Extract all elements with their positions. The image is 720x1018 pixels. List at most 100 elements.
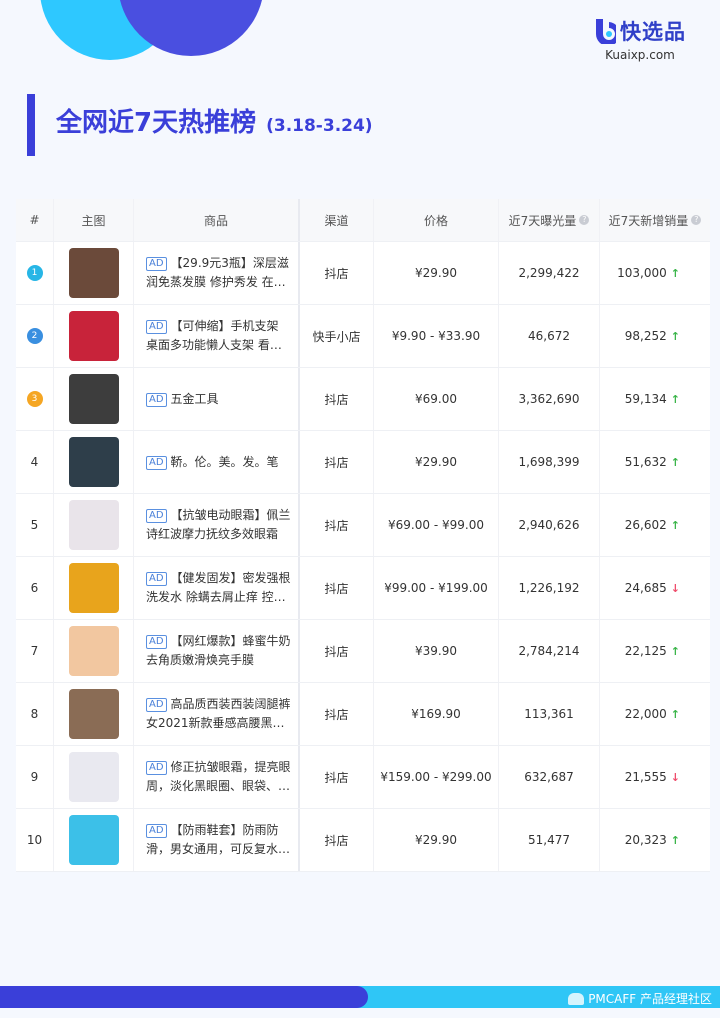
trend-up-icon: ↑ <box>670 833 680 847</box>
product-name[interactable]: AD 五金工具 <box>146 390 219 409</box>
header-rank: # <box>16 199 54 241</box>
price-cell: ¥159.00 - ¥299.00 <box>374 746 499 808</box>
ad-tag: AD <box>146 509 167 523</box>
sales-value: 22,000 <box>624 707 667 721</box>
ad-tag: AD <box>146 455 167 470</box>
product-title: 【网红爆款】蜂蜜牛奶去角质嫩滑焕亮手膜 <box>146 634 291 667</box>
trend-up-icon: ↑ <box>670 518 680 532</box>
image-cell <box>54 305 134 367</box>
image-cell <box>54 809 134 871</box>
rank-cell: 2 <box>16 305 54 367</box>
product-thumbnail[interactable] <box>68 689 119 739</box>
product-cell: AD高品质西装西装阔腿裤女2021新款垂感高腰黑色… <box>134 683 300 745</box>
trend-up-icon: ↑ <box>670 707 680 721</box>
table-row[interactable]: 1AD【29.9元3瓶】深层滋润免蒸发膜 修护秀发 在家…抖店¥29.902,2… <box>16 242 710 305</box>
channel-cell: 抖店 <box>300 746 374 808</box>
product-name[interactable]: AD 【网红爆款】蜂蜜牛奶去角质嫩滑焕亮手膜 <box>146 632 292 670</box>
header-sales[interactable]: 近7天新增销量? <box>600 199 710 241</box>
ad-tag: AD <box>146 257 167 271</box>
product-name[interactable]: AD【健发固发】密发强根洗发水 除螨去屑止痒 控油… <box>146 569 292 607</box>
product-name[interactable]: AD【可伸缩】手机支架 桌面多功能懒人支架 看电视… <box>146 317 292 355</box>
title-main: 全网近7天热推榜 <box>56 108 257 138</box>
product-name[interactable]: AD 鞒。伦。美。发。笔 <box>146 453 279 472</box>
ad-tag: AD <box>146 320 167 334</box>
table-row[interactable]: 7 AD 【网红爆款】蜂蜜牛奶去角质嫩滑焕亮手膜 抖店 ¥39.90 2,784,214 2… <box>16 620 710 683</box>
trend-up-icon: ↑ <box>670 455 680 469</box>
product-cell: AD 【防雨鞋套】防雨防滑，男女通用，可反复水… <box>134 809 300 871</box>
image-cell <box>54 746 134 808</box>
table-body: 1AD【29.9元3瓶】深层滋润免蒸发膜 修护秀发 在家…抖店¥29.902,2… <box>16 242 710 872</box>
header-exposure-label: 近7天曝光量 <box>508 213 577 228</box>
image-cell <box>54 620 134 682</box>
product-cell: AD 【网红爆款】蜂蜜牛奶去角质嫩滑焕亮手膜 <box>134 620 300 682</box>
table-row[interactable]: 6AD【健发固发】密发强根洗发水 除螨去屑止痒 控油…抖店¥99.00 - ¥1… <box>16 557 710 620</box>
product-thumbnail[interactable] <box>68 248 119 298</box>
rank-number: 6 <box>30 581 39 595</box>
rank-cell: 6 <box>16 557 54 619</box>
rank-badge: 3 <box>26 391 43 407</box>
pmcaff-cup-icon <box>568 992 585 1005</box>
brand-url: Kuaixp.com <box>605 48 675 62</box>
sales-value: 98,252 <box>624 329 667 343</box>
product-title: 高品质西装西装阔腿裤女2021新款垂感高腰黑色… <box>146 697 291 730</box>
sales-cell: 98,252 ↑ <box>600 305 710 367</box>
rank-number: 5 <box>30 518 39 532</box>
product-title: 五金工具 <box>170 391 219 406</box>
exposure-cell: 2,784,214 <box>499 620 600 682</box>
ad-tag: AD <box>146 392 167 407</box>
sales-cell: 24,685 ↓ <box>600 557 710 619</box>
table-row[interactable]: 8AD高品质西装西装阔腿裤女2021新款垂感高腰黑色…抖店¥169.90113,… <box>16 683 710 746</box>
table-row[interactable]: 10 AD 【防雨鞋套】防雨防滑，男女通用，可反复水… 抖店 ¥29.90 51,477 2… <box>16 809 710 872</box>
table-row[interactable]: 2 AD【可伸缩】手机支架 桌面多功能懒人支架 看电视…快手小店¥9.90 - ¥… <box>16 305 710 368</box>
price-cell: ¥99.00 - ¥199.00 <box>374 557 499 619</box>
sales-cell: 103,000 ↑ <box>600 242 710 304</box>
ad-tag: AD <box>146 824 167 838</box>
product-thumbnail[interactable] <box>68 500 119 550</box>
header-exposure[interactable]: 近7天曝光量? <box>499 199 600 241</box>
rank-cell: 3 <box>16 368 54 430</box>
product-name[interactable]: AD高品质西装西装阔腿裤女2021新款垂感高腰黑色… <box>146 695 292 733</box>
product-thumbnail[interactable] <box>68 374 119 424</box>
product-name[interactable]: AD 【抗皱电动眼霜】佩兰诗红波摩力抚纹多效眼霜 <box>146 506 292 544</box>
table-row[interactable]: 3 AD 五金工具 抖店 ¥69.00 3,362,690 59,134 ↑ <box>16 368 710 431</box>
exposure-cell: 632,687 <box>499 746 600 808</box>
product-thumbnail[interactable] <box>68 815 119 865</box>
sales-value: 51,632 <box>624 455 667 469</box>
product-name[interactable]: AD 修正抗皱眼霜，提亮眼周，淡化黑眼圈、眼袋、… <box>146 758 292 796</box>
product-thumbnail[interactable] <box>68 563 119 613</box>
help-icon[interactable]: ? <box>691 215 702 225</box>
product-thumbnail[interactable] <box>68 437 119 487</box>
table-row[interactable]: 5 AD 【抗皱电动眼霜】佩兰诗红波摩力抚纹多效眼霜 抖店 ¥69.00 - ¥99.0… <box>16 494 710 557</box>
image-cell <box>54 431 134 493</box>
product-cell: AD 修正抗皱眼霜，提亮眼周，淡化黑眼圈、眼袋、… <box>134 746 300 808</box>
trend-up-icon: ↑ <box>670 392 680 406</box>
header-price: 价格 <box>374 199 499 241</box>
sales-cell: 22,000 ↑ <box>600 683 710 745</box>
sales-value: 22,125 <box>624 644 667 658</box>
product-name[interactable]: AD 【防雨鞋套】防雨防滑，男女通用，可反复水… <box>146 821 292 859</box>
product-title: 【抗皱电动眼霜】佩兰诗红波摩力抚纹多效眼霜 <box>146 508 291 541</box>
sales-cell: 59,134 ↑ <box>600 368 710 430</box>
rank-number: 4 <box>30 455 39 469</box>
product-thumbnail[interactable] <box>68 626 119 676</box>
rank-cell: 8 <box>16 683 54 745</box>
rank-cell: 10 <box>16 809 54 871</box>
product-thumbnail[interactable] <box>68 752 119 802</box>
product-name[interactable]: AD【29.9元3瓶】深层滋润免蒸发膜 修护秀发 在家… <box>146 254 292 292</box>
brand-logo[interactable]: 快选品 Kuaixp.com <box>594 16 686 62</box>
product-cell: AD 【抗皱电动眼霜】佩兰诗红波摩力抚纹多效眼霜 <box>134 494 300 556</box>
product-thumbnail[interactable] <box>68 311 119 361</box>
rank-number: 8 <box>30 707 39 721</box>
footer-brand: PMCAFF 产品经理社区 <box>568 990 712 1007</box>
table-row[interactable]: 9 AD 修正抗皱眼霜，提亮眼周，淡化黑眼圈、眼袋、… 抖店 ¥159.00 - ¥29… <box>16 746 710 809</box>
sales-value: 21,555 <box>624 770 667 784</box>
table-row[interactable]: 4 AD 鞒。伦。美。发。笔 抖店 ¥29.90 1,698,399 51,632 ↑ <box>16 431 710 494</box>
channel-cell: 抖店 <box>300 809 374 871</box>
trend-down-icon: ↓ <box>670 770 680 784</box>
price-cell: ¥39.90 <box>374 620 499 682</box>
product-cell: AD【可伸缩】手机支架 桌面多功能懒人支架 看电视… <box>134 305 300 367</box>
price-cell: ¥29.90 <box>374 431 499 493</box>
product-title: 修正抗皱眼霜，提亮眼周，淡化黑眼圈、眼袋、… <box>146 760 291 793</box>
ad-tag: AD <box>146 572 167 586</box>
help-icon[interactable]: ? <box>579 215 590 225</box>
